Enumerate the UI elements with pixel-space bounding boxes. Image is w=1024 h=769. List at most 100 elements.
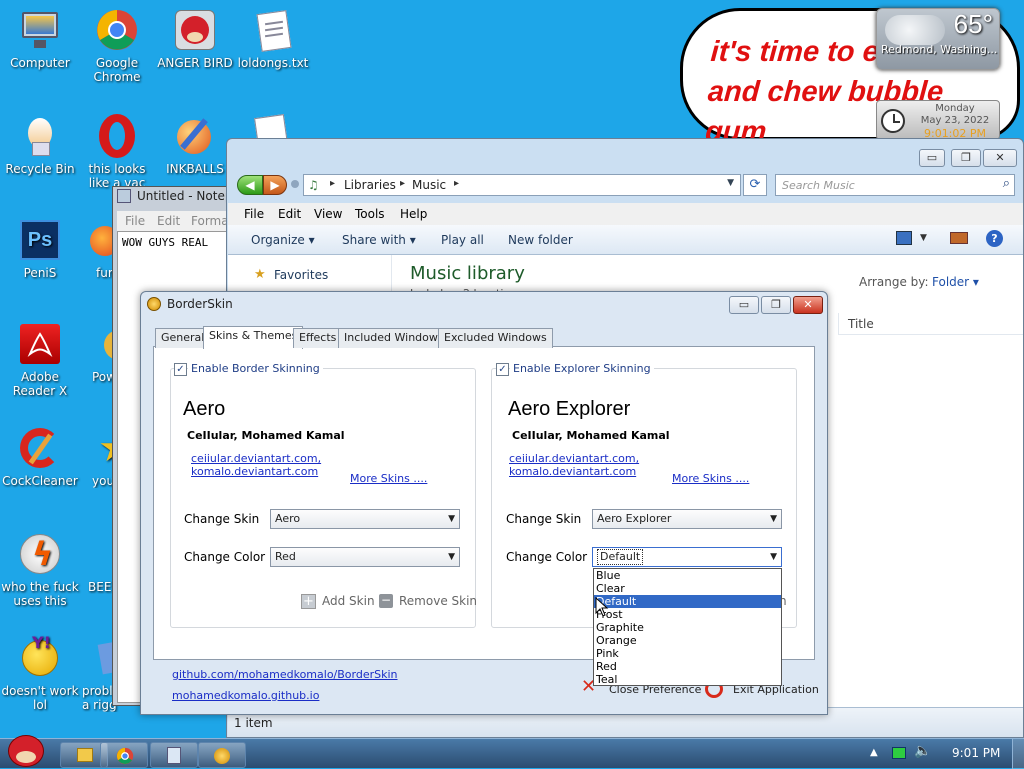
calendar-clock-gadget[interactable]: Monday May 23, 2022 9:01:02 PM (876, 100, 1000, 140)
color-option-default[interactable]: Default (594, 595, 781, 608)
color-option-blue[interactable]: Blue (594, 569, 781, 582)
preview-pane-icon[interactable] (950, 232, 968, 244)
borderskin-maximize-button[interactable]: ❐ (761, 296, 791, 314)
author-link-komalo[interactable]: komalo.deviantart.com (509, 465, 636, 478)
menu-view[interactable]: View (314, 207, 342, 221)
color-dropdown-list[interactable]: Blue Clear Default Frost Graphite Orange… (593, 568, 782, 686)
breadcrumb-music[interactable]: Music (412, 178, 446, 192)
notepad-menu-file[interactable]: File (125, 214, 145, 228)
desktop-icon-firefox[interactable]: fur (60, 218, 120, 280)
change-skin-select[interactable]: Aero ▼ (270, 509, 460, 529)
more-skins-link[interactable]: More Skins .... (672, 472, 749, 485)
taskbar-notepad-button[interactable] (150, 742, 198, 768)
new-folder-button[interactable]: New folder (508, 233, 573, 247)
desktop-icon-chrome[interactable]: Google Chrome (77, 8, 157, 84)
explorer-minimize-button[interactable]: ▭ (919, 149, 945, 167)
desktop-icon-label: probl a rigg (82, 684, 117, 712)
address-dropdown-icon[interactable]: ▼ (727, 178, 734, 188)
borderskin-minimize-button[interactable]: ▭ (729, 296, 759, 314)
github-io-link[interactable]: mohamedkomalo.github.io (172, 689, 319, 702)
back-button[interactable]: ◀ (237, 175, 263, 195)
play-all-button[interactable]: Play all (441, 233, 484, 247)
enable-border-skinning-label[interactable]: Enable Border Skinning (188, 362, 323, 375)
chevron-down-icon: ▼ (448, 552, 455, 562)
nav-favorites[interactable]: Favorites (274, 268, 328, 282)
desktop-icon-probl[interactable]: probl a rigg (60, 636, 120, 712)
taskbar-clock[interactable]: 9:01 PM (952, 746, 1000, 760)
recent-pages-icon[interactable] (291, 180, 299, 188)
desktop-icon-you[interactable]: ★ you (60, 426, 120, 488)
enable-border-skinning-checkbox[interactable]: ✓ (174, 363, 187, 376)
desktop-icon-opera[interactable]: this looks like a vac (77, 114, 157, 190)
view-dropdown-icon[interactable]: ▼ (920, 233, 927, 243)
desktop-icon-inkballs[interactable]: INKBALLS (155, 114, 235, 176)
author-link-cellular[interactable]: ceiiular.deviantart.com, (191, 452, 321, 465)
menu-help[interactable]: Help (400, 207, 427, 221)
tab-effects[interactable]: Effects (293, 328, 343, 348)
more-skins-link[interactable]: More Skins .... (350, 472, 427, 485)
menu-file[interactable]: File (244, 207, 264, 221)
menu-tools[interactable]: Tools (355, 207, 385, 221)
start-button[interactable] (6, 731, 48, 769)
borderskin-close-button[interactable]: ✕ (793, 296, 823, 314)
firefox-icon (68, 218, 120, 262)
tab-excluded-windows[interactable]: Excluded Windows (438, 328, 553, 348)
explorer-close-button[interactable]: ✕ (983, 149, 1017, 167)
desktop-icon-computer[interactable]: Computer (0, 8, 80, 70)
borderskin-window[interactable]: BorderSkin ▭ ❐ ✕ General Skins & Themes … (140, 291, 828, 715)
desktop-icon-pow[interactable]: Pow (60, 322, 120, 384)
show-desktop-button[interactable] (1012, 739, 1024, 769)
add-skin-button[interactable]: Add Skin (322, 594, 375, 608)
arrange-by-dropdown[interactable]: Folder ▾ (932, 275, 979, 289)
notepad-menu-edit[interactable]: Edit (157, 214, 180, 228)
forward-button[interactable]: ▶ (263, 175, 287, 195)
desktop-icon-bee[interactable]: BEE (60, 532, 120, 594)
menu-edit[interactable]: Edit (278, 207, 301, 221)
refresh-icon[interactable]: ⟳ (743, 174, 767, 196)
explorer-change-skin-select[interactable]: Aero Explorer ▼ (592, 509, 782, 529)
color-option-pink[interactable]: Pink (594, 647, 781, 660)
color-option-orange[interactable]: Orange (594, 634, 781, 647)
color-option-clear[interactable]: Clear (594, 582, 781, 595)
volume-icon[interactable]: 🔈 (914, 743, 931, 759)
change-color-select[interactable]: Red ▼ (270, 547, 460, 567)
author-link-komalo[interactable]: komalo.deviantart.com (191, 465, 318, 478)
explorer-change-color-select[interactable]: Default ▼ (592, 547, 782, 567)
desktop-icon-recycle-bin[interactable]: Recycle Bin (0, 114, 80, 176)
show-hidden-icons-icon[interactable]: ▲ (870, 747, 878, 758)
notepad-title: Untitled - Notep (137, 189, 233, 203)
change-view-icon[interactable] (896, 231, 912, 245)
notepad-menu-format[interactable]: Forma (191, 214, 229, 228)
weather-gadget[interactable]: 65° Redmond, Washing... (876, 8, 1000, 70)
organize-button[interactable]: Organize ▾ (251, 233, 315, 247)
explorer-maximize-button[interactable]: ❐ (951, 149, 981, 167)
enable-explorer-skinning-checkbox[interactable]: ✓ (496, 363, 509, 376)
column-header-title[interactable]: Title (848, 317, 874, 331)
tab-included-windows[interactable]: Included Windows (338, 328, 450, 348)
taskbar-borderskin-button[interactable] (198, 742, 246, 768)
desktop-icon-label: fur (96, 266, 113, 280)
color-option-graphite[interactable]: Graphite (594, 621, 781, 634)
notepad-text-area[interactable]: WOW GUYS REAL (122, 236, 208, 249)
author-link-cellular[interactable]: ceiiular.deviantart.com, (509, 452, 639, 465)
enable-explorer-skinning-label[interactable]: Enable Explorer Skinning (510, 362, 654, 375)
help-icon[interactable]: ? (986, 230, 1003, 247)
github-repo-link[interactable]: github.com/mohamedkomalo/BorderSkin (172, 668, 398, 681)
library-title: Music library (410, 263, 525, 284)
color-option-red[interactable]: Red (594, 660, 781, 673)
tab-skins-themes[interactable]: Skins & Themes (203, 326, 304, 349)
remove-skin-button[interactable]: Remove Skin (399, 594, 477, 608)
desktop-icon-anger-bird[interactable]: ANGER BIRD (155, 8, 235, 70)
taskbar-chrome-button[interactable] (100, 742, 148, 768)
add-skin-icon[interactable]: + (301, 594, 316, 609)
color-option-frost[interactable]: Frost (594, 608, 781, 621)
search-icon[interactable]: ⌕ (1003, 176, 1010, 191)
desktop-icon-loldongs[interactable]: loldongs.txt (233, 8, 313, 70)
share-with-button[interactable]: Share with ▾ (342, 233, 416, 247)
color-option-teal[interactable]: Teal (594, 673, 781, 686)
desktop-icon-label: ANGER BIRD (157, 56, 233, 70)
remove-skin-icon[interactable]: − (379, 594, 393, 608)
breadcrumb-libraries[interactable]: Libraries (344, 178, 396, 192)
search-input[interactable]: Search Music (782, 179, 855, 192)
network-icon[interactable] (892, 747, 906, 759)
